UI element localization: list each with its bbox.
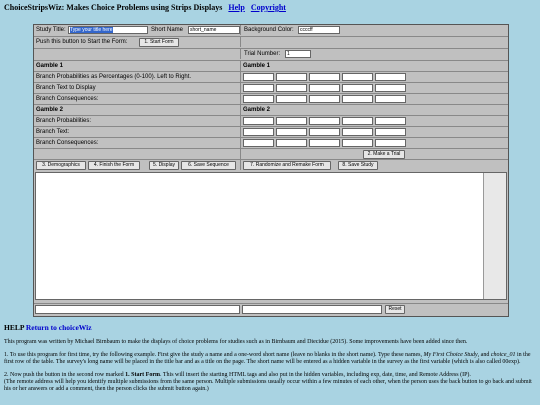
g2-text-row: Branch Text: — [34, 126, 508, 137]
start-row: Push this button to Start the Form: 1. S… — [34, 36, 508, 47]
g1-cons-input-1[interactable] — [243, 95, 274, 103]
g1-text-row: Branch Text to Display — [34, 82, 508, 93]
gamble1-header-row: Gamble 1 Gamble 1 — [34, 60, 508, 71]
page-header: ChoiceStripsWiz: Makes Choice Problems u… — [4, 3, 286, 12]
save-study-button[interactable]: 8. Save Study — [338, 161, 378, 170]
trial-number-input[interactable]: 1 — [285, 50, 311, 58]
g2-prob-input-2[interactable] — [276, 117, 307, 125]
short-name-input[interactable]: short_name — [188, 26, 240, 34]
help-paragraph-2: 1. To use this program for first time, t… — [4, 352, 531, 365]
g2-prob-input-1[interactable] — [243, 117, 274, 125]
g1-cons-label: Branch Consequences: — [34, 94, 241, 104]
randomize-remake-button[interactable]: 7. Randomize and Remake Form — [243, 161, 331, 170]
g2-cons-input-5[interactable] — [375, 139, 406, 147]
gamble2-header-row: Gamble 2 Gamble 2 — [34, 104, 508, 115]
g1-text-input-1[interactable] — [243, 84, 274, 92]
g2-text-input-1[interactable] — [243, 128, 274, 136]
g1-text-input-4[interactable] — [342, 84, 373, 92]
g2-cons-label: Branch Consequences: — [34, 138, 241, 148]
g1-prob-row: Branch Probabilities as Percentages (0-1… — [34, 71, 508, 82]
bottom-left-input[interactable] — [35, 305, 240, 314]
bg-color-input[interactable]: ccccff — [298, 26, 340, 34]
bottom-row: Reset — [34, 303, 508, 316]
make-trial-row: 2. Make a Trial — [34, 148, 508, 159]
start-form-button[interactable]: 1. Start Form — [139, 38, 179, 47]
start-form-label: Push this button to Start the Form: — [36, 39, 128, 45]
bg-color-label: Background Color: — [244, 27, 294, 33]
g1-prob-input-1[interactable] — [243, 73, 274, 81]
g2-prob-input-3[interactable] — [309, 117, 340, 125]
g1-cons-input-3[interactable] — [309, 95, 340, 103]
g1-prob-input-2[interactable] — [276, 73, 307, 81]
help-link[interactable]: Help — [228, 3, 244, 12]
trial-number-label: Trial Number: — [244, 51, 281, 57]
choice-form: Study Title: Type your title here Short … — [33, 24, 509, 317]
action-buttons-row: 3. Demographics 4. Finish the Form 5. Di… — [34, 159, 508, 170]
title-row: Study Title: Type your title here Short … — [34, 25, 508, 35]
finish-form-button[interactable]: 4. Finish the Form — [88, 161, 140, 170]
gamble2-label: Gamble 2 — [34, 105, 241, 115]
g1-text-input-5[interactable] — [375, 84, 406, 92]
output-textarea[interactable] — [35, 172, 507, 300]
gamble1-label: Gamble 1 — [34, 61, 241, 71]
reset-button[interactable]: Reset — [385, 305, 405, 314]
g2-text-input-2[interactable] — [276, 128, 307, 136]
g2-prob-input-5[interactable] — [375, 117, 406, 125]
save-sequence-button[interactable]: 6. Save Sequence — [181, 161, 236, 170]
trial-row: Trial Number: 1 — [34, 48, 508, 59]
g2-text-label: Branch Text: — [34, 127, 241, 137]
g2-text-input-4[interactable] — [342, 128, 373, 136]
page-title: ChoiceStripsWiz: Makes Choice Problems u… — [4, 3, 223, 12]
gamble1-right-label: Gamble 1 — [243, 63, 271, 69]
g2-prob-row: Branch Probabilities: — [34, 115, 508, 126]
g2-prob-label: Branch Probabilities: — [34, 116, 241, 126]
g2-text-input-5[interactable] — [375, 128, 406, 136]
help-paragraph-1: This program was written by Michael Birn… — [4, 339, 468, 345]
textarea-scrollbar[interactable] — [483, 173, 506, 299]
g2-cons-row: Branch Consequences: — [34, 137, 508, 148]
g1-prob-input-3[interactable] — [309, 73, 340, 81]
study-title-label: Study Title: — [36, 27, 66, 33]
copyright-link[interactable]: Copyright — [251, 3, 286, 12]
g1-cons-row: Branch Consequences: — [34, 93, 508, 104]
help-section: HELP Return to choiceWiz This program wa… — [4, 324, 534, 399]
g1-prob-input-4[interactable] — [342, 73, 373, 81]
g1-prob-label: Branch Probabilities as Percentages (0-1… — [34, 72, 241, 82]
g2-prob-input-4[interactable] — [342, 117, 373, 125]
g1-cons-input-4[interactable] — [342, 95, 373, 103]
g1-cons-input-2[interactable] — [276, 95, 307, 103]
help-paragraph-3: 2. Now push the button in the second row… — [4, 372, 532, 392]
g2-cons-input-2[interactable] — [276, 139, 307, 147]
help-heading: HELP Return to choiceWiz — [4, 323, 92, 332]
study-title-input[interactable]: Type your title here — [68, 26, 148, 34]
g2-cons-input-3[interactable] — [309, 139, 340, 147]
g1-prob-input-5[interactable] — [375, 73, 406, 81]
g1-cons-input-5[interactable] — [375, 95, 406, 103]
display-button[interactable]: 5. Display — [149, 161, 179, 170]
g1-text-input-2[interactable] — [276, 84, 307, 92]
gamble2-right-label: Gamble 2 — [243, 107, 271, 113]
make-trial-button[interactable]: 2. Make a Trial — [363, 150, 405, 159]
g1-text-label: Branch Text to Display — [34, 83, 241, 93]
g2-text-input-3[interactable] — [309, 128, 340, 136]
g1-text-input-3[interactable] — [309, 84, 340, 92]
bottom-right-input[interactable] — [242, 305, 382, 314]
return-link[interactable]: Return to choiceWiz — [26, 323, 92, 332]
g2-cons-input-4[interactable] — [342, 139, 373, 147]
g2-cons-input-1[interactable] — [243, 139, 274, 147]
demographics-button[interactable]: 3. Demographics — [36, 161, 86, 170]
